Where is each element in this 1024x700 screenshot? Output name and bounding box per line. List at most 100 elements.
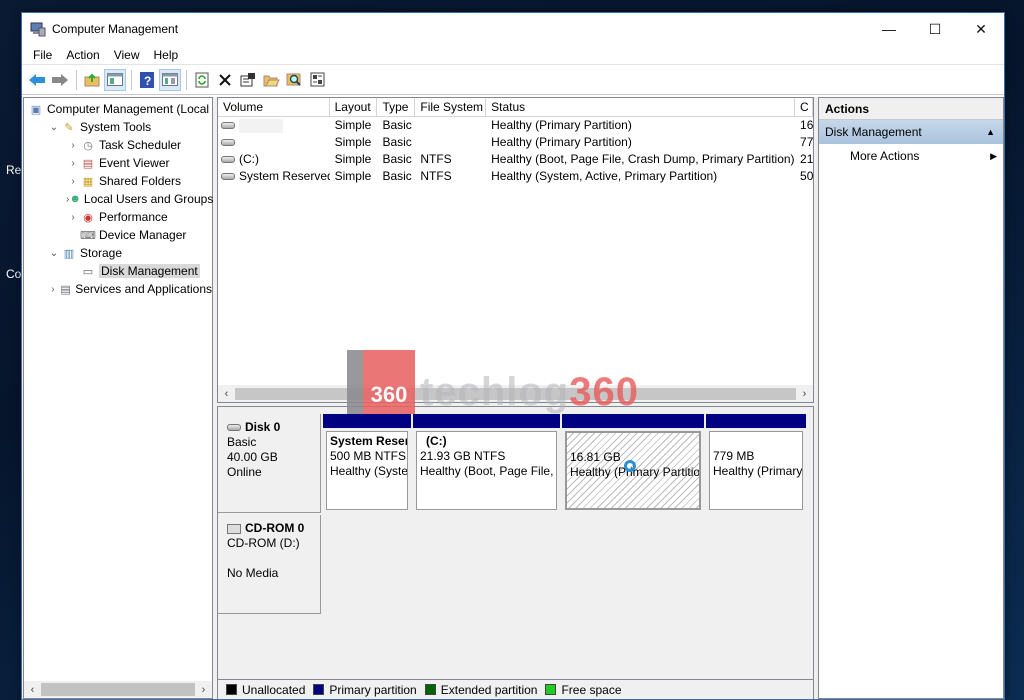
partition-status: Healthy (Syste	[330, 464, 408, 478]
desktop-icon-label[interactable]: Re	[6, 163, 21, 177]
volume-row[interactable]: System Reserved Simple Basic NTFS Healthy (S…	[218, 168, 813, 185]
open-icon[interactable]	[260, 69, 282, 91]
volume-row[interactable]: (C:) Simple Basic NTFS Healthy (Boot, Page F…	[218, 151, 813, 168]
tree-item-label: System Tools	[80, 120, 152, 134]
volume-drive-icon	[221, 173, 235, 181]
tree-item-label: Disk Management	[99, 264, 200, 278]
chevron-right-icon[interactable]: ›	[66, 140, 80, 151]
forward-arrow-icon[interactable]	[49, 69, 71, 91]
watermark-text-accent: 360	[569, 370, 639, 414]
column-header-file-system[interactable]: File System	[415, 98, 487, 116]
partition-block[interactable]: (C:) 21.93 GB NTFS Healthy (Boot, Page Fil…	[413, 414, 560, 513]
menu-action[interactable]: Action	[59, 48, 106, 62]
tree-item[interactable]: ⌄ ✎ System Tools	[24, 118, 212, 136]
device-manager-icon: ⌨	[80, 229, 96, 242]
legend-label: Primary partition	[329, 682, 417, 697]
disk-row-cd-rom-0[interactable]: CD-ROM 0 CD-ROM (D:) No Media	[218, 515, 813, 614]
cell-fs	[415, 134, 486, 151]
services-icon: ▤	[60, 283, 71, 296]
volume-row[interactable]: Simple Basic Healthy (Primary Partition) 16	[218, 117, 813, 134]
partition-size: 21.93 GB NTFS	[420, 449, 506, 463]
tree-item-label: Event Viewer	[99, 156, 170, 170]
show-hide-action-pane-icon[interactable]	[159, 68, 181, 91]
chevron-down-icon[interactable]: ⌄	[47, 122, 61, 133]
menu-file[interactable]: File	[26, 48, 59, 62]
users-icon: ☻	[69, 193, 81, 205]
watermark-badge: 360	[347, 350, 415, 414]
tree-horizontal-scrollbar[interactable]: ‹ ›	[24, 681, 212, 698]
menu-view[interactable]: View	[107, 48, 147, 62]
partition-details[interactable]: System Reser 500 MB NTFS Healthy (Syste	[326, 431, 408, 510]
close-button[interactable]: ✕	[958, 13, 1004, 45]
scroll-left-icon[interactable]: ‹	[24, 684, 41, 696]
computer-management-icon	[30, 21, 46, 37]
search-icon[interactable]	[283, 69, 305, 91]
disk-type: CD-ROM (D:)	[227, 536, 300, 550]
legend-swatch	[313, 684, 325, 695]
column-header-type[interactable]: Type	[377, 98, 416, 116]
disk-row-disk-0[interactable]: Disk 0 Basic 40.00 GB Online System Rese…	[218, 414, 813, 513]
scroll-right-icon[interactable]: ›	[195, 684, 212, 696]
cell-cap: 50	[800, 169, 813, 183]
partition-details[interactable]: (C:) 21.93 GB NTFS Healthy (Boot, Page Fil…	[416, 431, 557, 510]
actions-group-label: Disk Management	[825, 125, 922, 139]
tree-item[interactable]: ⌄ ▥ Storage	[24, 244, 212, 262]
chevron-right-icon[interactable]: ›	[66, 176, 80, 187]
toolbar-separator	[76, 69, 77, 90]
partition-details[interactable]: 779 MB Healthy (Primary	[709, 431, 803, 510]
tree-item[interactable]: ▣ Computer Management (Local	[24, 100, 212, 118]
tree-item[interactable]: › ◷ Task Scheduler	[24, 136, 212, 154]
show-hide-tree-icon[interactable]	[104, 68, 126, 91]
toolbar-separator	[186, 69, 187, 90]
chevron-right-icon[interactable]: ›	[66, 212, 80, 223]
tree-item[interactable]: › ◉ Performance	[24, 208, 212, 226]
tree-item-label: Services and Applications	[75, 282, 212, 296]
minimize-button[interactable]: —	[866, 13, 912, 45]
tree-item[interactable]: › ▤ Services and Applications	[24, 280, 212, 298]
chevron-right-icon[interactable]: ›	[66, 158, 80, 169]
column-header-capacity[interactable]: C	[795, 98, 813, 116]
actions-group-disk-management[interactable]: Disk Management ▲	[819, 120, 1003, 144]
help-icon[interactable]: ?	[136, 69, 158, 91]
action-more-actions[interactable]: More Actions ▶	[819, 144, 1003, 168]
tree-item[interactable]: ▭ Disk Management	[24, 262, 212, 280]
refresh-icon[interactable]	[191, 69, 213, 91]
column-header-status[interactable]: Status	[486, 98, 796, 116]
scrollbar-thumb[interactable]	[41, 683, 195, 696]
scroll-right-icon[interactable]: ›	[796, 388, 813, 400]
settings-icon[interactable]	[306, 69, 328, 91]
column-header-layout[interactable]: Layout	[330, 98, 378, 116]
disk-info-cd-rom-0[interactable]: CD-ROM 0 CD-ROM (D:) No Media	[218, 515, 321, 614]
tree-item[interactable]: › ▤ Event Viewer	[24, 154, 212, 172]
column-header-volume[interactable]: Volume	[218, 98, 330, 116]
delete-icon[interactable]	[214, 69, 236, 91]
disk-state: No Media	[227, 566, 279, 580]
tree-item[interactable]: › ☻ Local Users and Groups	[24, 190, 214, 208]
partition-block[interactable]: 779 MB Healthy (Primary	[706, 414, 806, 513]
partition-title: System Reser	[330, 434, 408, 448]
desktop-icon-label[interactable]: Co	[6, 267, 21, 281]
up-folder-icon[interactable]	[81, 69, 103, 91]
volume-row[interactable]: Simple Basic Healthy (Primary Partition) 77	[218, 134, 813, 151]
tree-item[interactable]: ⌨ Device Manager	[24, 226, 212, 244]
menu-help[interactable]: Help	[147, 48, 186, 62]
tree-item-label: Local Users and Groups	[83, 192, 214, 206]
disk-info-disk-0[interactable]: Disk 0 Basic 40.00 GB Online	[218, 414, 321, 513]
cell-layout: Simple	[334, 118, 372, 132]
back-arrow-icon[interactable]	[26, 69, 48, 91]
chevron-right-icon[interactable]: ›	[47, 284, 59, 295]
maximize-button[interactable]: ☐	[912, 13, 958, 45]
scroll-left-icon[interactable]: ‹	[218, 388, 235, 400]
cell-volume	[218, 117, 330, 134]
properties-icon[interactable]	[237, 69, 259, 91]
disk-state: Online	[227, 465, 262, 479]
shared-folder-icon: ▦	[82, 175, 94, 188]
collapse-up-icon[interactable]: ▲	[986, 120, 995, 144]
tree-item[interactable]: › ▦ Shared Folders	[24, 172, 212, 190]
partition-block[interactable]: System Reser 500 MB NTFS Healthy (Syste	[323, 414, 411, 513]
performance-icon: ◉	[83, 211, 93, 224]
tree-item-label: Shared Folders	[99, 174, 182, 188]
chevron-down-icon[interactable]: ⌄	[47, 248, 61, 259]
toolbar-separator	[131, 69, 132, 90]
disk-name: Disk 0	[245, 420, 281, 434]
